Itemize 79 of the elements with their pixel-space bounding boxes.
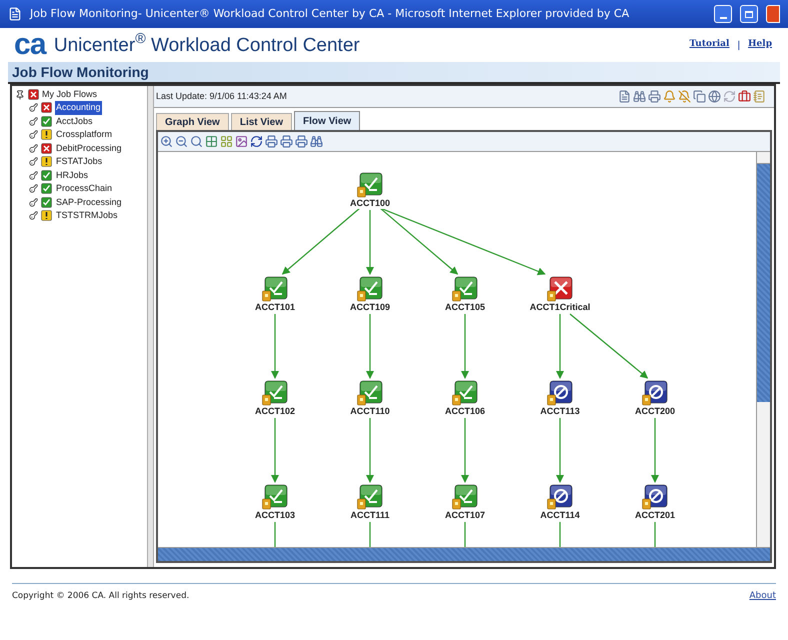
tree-item[interactable]: AcctJobs xyxy=(55,114,94,128)
tree-item[interactable]: Accounting xyxy=(55,101,102,114)
product-name: Unicenter$^{®}$ Workload Control Center xyxy=(54,36,360,54)
connector-line xyxy=(464,522,466,547)
connector-line xyxy=(559,522,561,547)
view-tab[interactable]: Flow View xyxy=(294,111,360,130)
page-title: Job Flow Monitoring xyxy=(12,62,149,82)
grid-icon[interactable] xyxy=(205,135,218,148)
job-label: ACCT201 xyxy=(634,510,676,521)
binoculars-icon[interactable] xyxy=(633,90,646,103)
vertical-scrollbar[interactable] xyxy=(756,152,770,547)
job-label: ACCT113 xyxy=(539,406,581,417)
job-label: ACCT109 xyxy=(348,302,391,313)
job-label: ACCT101 xyxy=(254,302,296,313)
document-icon[interactable] xyxy=(618,90,631,103)
briefcase-icon[interactable] xyxy=(738,90,751,103)
job-label: ACCT110 xyxy=(349,406,391,417)
image-icon[interactable] xyxy=(235,135,248,148)
minimize-button[interactable] xyxy=(714,5,732,23)
tree-item[interactable]: HRJobs xyxy=(55,168,90,182)
printer-icon[interactable] xyxy=(265,135,278,148)
browser-icon xyxy=(8,7,22,21)
flow-arrow xyxy=(651,418,659,483)
view-tab[interactable]: List View xyxy=(230,113,292,130)
zoom-out-icon[interactable] xyxy=(175,135,188,148)
flow-arrow xyxy=(271,418,279,483)
job-label: ACCT105 xyxy=(444,302,486,313)
job-label: ACCT100 xyxy=(348,198,391,209)
flow-arrow xyxy=(271,314,279,379)
copyright-text: Copyright © 2006 CA. All rights reserved. xyxy=(12,590,190,604)
flow-arrow xyxy=(366,418,374,483)
horizontal-scrollbar[interactable] xyxy=(158,547,770,561)
pin-icon[interactable] xyxy=(15,90,25,100)
maximize-button[interactable] xyxy=(740,5,758,23)
tree-root-label[interactable]: My Job Flows xyxy=(42,88,98,102)
last-update-text: Last Update: 9/1/06 11:43:24 AM xyxy=(156,90,287,103)
ca-logo: ca xyxy=(14,30,46,60)
tree-item[interactable]: FSTATJobs xyxy=(55,155,104,168)
globe-icon[interactable] xyxy=(708,90,721,103)
connector-line xyxy=(369,522,371,547)
job-label: ACCT114 xyxy=(539,510,581,521)
tree-item[interactable]: TSTSTRMJobs xyxy=(55,209,119,222)
refresh-icon[interactable] xyxy=(250,135,263,148)
flow-arrow xyxy=(366,210,374,275)
flow-arrow xyxy=(461,314,469,379)
search-icon[interactable] xyxy=(190,135,203,148)
job-label: ACCT200 xyxy=(634,406,676,417)
printer-icon[interactable] xyxy=(295,135,308,148)
job-label: ACCT1Critical xyxy=(528,302,592,313)
close-button[interactable] xyxy=(766,5,780,23)
job-label: ACCT111 xyxy=(349,510,391,521)
job-label: ACCT107 xyxy=(444,510,486,521)
flow-arrow xyxy=(461,418,469,483)
job-label: ACCT103 xyxy=(254,510,296,521)
connector-line xyxy=(654,522,656,547)
flow-arrow xyxy=(556,314,564,379)
layout-icon[interactable] xyxy=(220,135,233,148)
tree-item[interactable]: DebitProcessing xyxy=(55,142,123,155)
flow-arrow xyxy=(366,314,374,379)
zoom-in-icon[interactable] xyxy=(160,135,173,148)
tree-item[interactable]: Crossplatform xyxy=(55,128,114,142)
job-label: ACCT102 xyxy=(254,406,296,417)
view-tab[interactable]: Graph View xyxy=(156,113,229,130)
tree-item[interactable]: ProcessChain xyxy=(55,182,114,196)
flow-arrow xyxy=(556,418,564,483)
help-link[interactable]: Help xyxy=(748,38,772,52)
window-title: Job Flow Monitoring- Unicenter® Workload Control Center by CA - Microsoft Internet Explorer provided by CA xyxy=(30,6,630,22)
binoculars-icon[interactable] xyxy=(310,135,323,148)
bell-off-icon[interactable] xyxy=(678,90,691,103)
printer-icon[interactable] xyxy=(280,135,293,148)
printer-icon[interactable] xyxy=(648,90,661,103)
job-label: ACCT106 xyxy=(444,406,486,417)
connector-line xyxy=(274,522,276,547)
bell-icon[interactable] xyxy=(663,90,676,103)
tree-item[interactable]: SAP-Processing xyxy=(55,196,123,209)
link-separator: | xyxy=(737,38,740,52)
tutorial-link[interactable]: Tutorial xyxy=(689,38,730,52)
about-link[interactable]: About xyxy=(749,590,776,604)
copy-icon[interactable] xyxy=(693,90,706,103)
